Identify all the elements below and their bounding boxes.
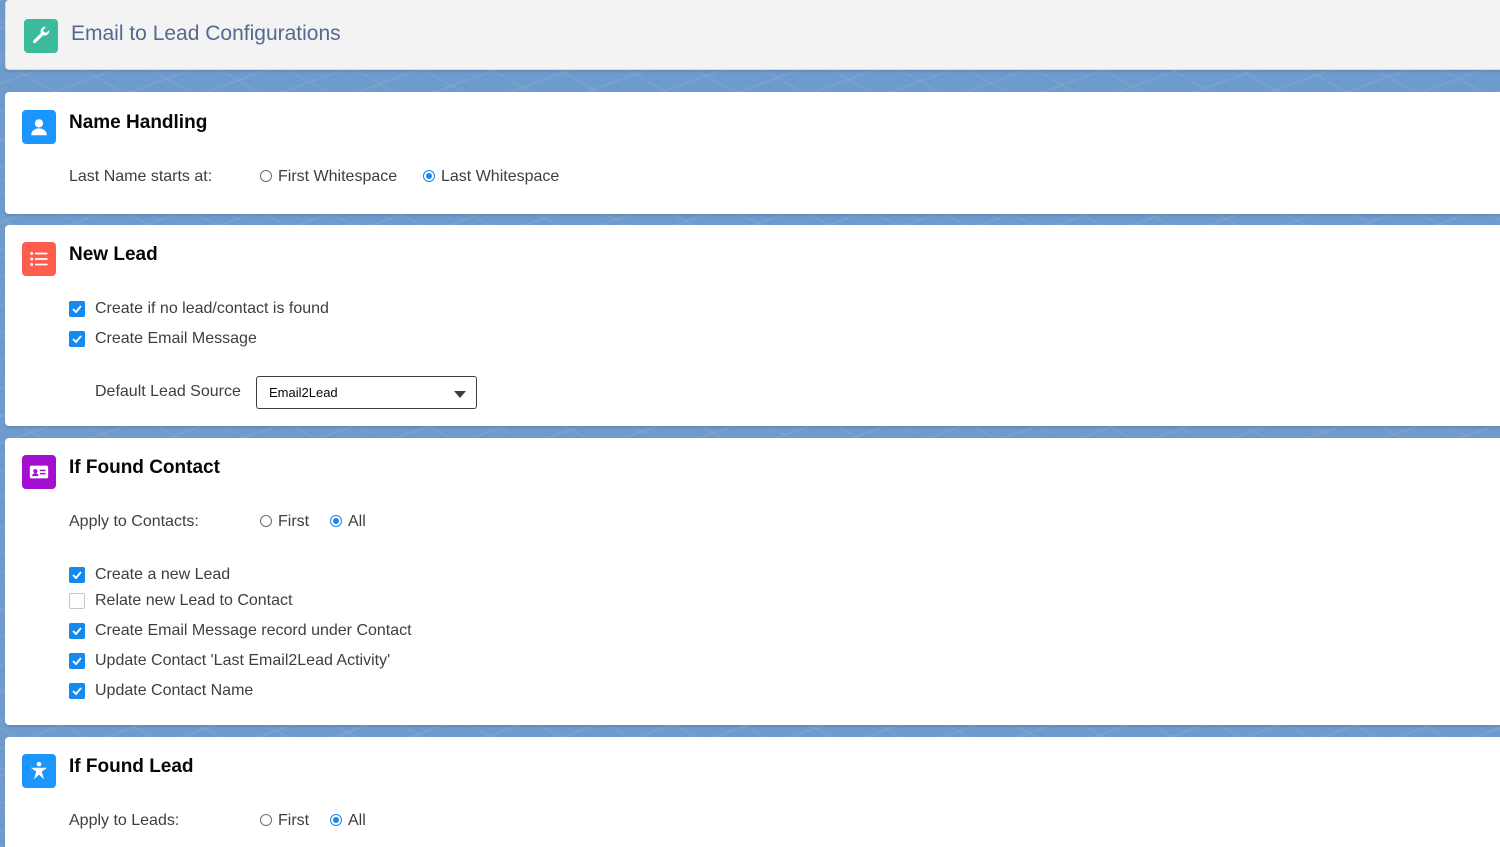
relate-lead-to-contact-label[interactable]: Relate new Lead to Contact	[95, 592, 292, 610]
create-email-message-label[interactable]: Create Email Message	[95, 330, 257, 348]
section-title: Name Handling	[69, 112, 208, 133]
update-last-activity-checkbox[interactable]	[69, 653, 85, 669]
apply-to-leads-label: Apply to Leads:	[69, 812, 180, 829]
list-icon	[22, 242, 56, 276]
found-lead-section: If Found Lead Apply to Leads: First All	[5, 737, 1500, 847]
apply-to-contacts-label: Apply to Contacts:	[69, 513, 199, 530]
radio-last-whitespace-label[interactable]: Last Whitespace	[441, 168, 559, 186]
radio-leads-first-label[interactable]: First	[278, 812, 309, 830]
create-new-lead-label[interactable]: Create a new Lead	[95, 566, 230, 584]
radio-leads-all-label[interactable]: All	[348, 812, 366, 830]
radio-contacts-all[interactable]	[330, 515, 342, 527]
radio-contacts-first[interactable]	[260, 515, 272, 527]
chevron-down-icon	[454, 391, 466, 398]
lead-star-icon	[22, 754, 56, 788]
update-contact-name-checkbox[interactable]	[69, 683, 85, 699]
radio-last-whitespace[interactable]	[423, 170, 435, 182]
radio-leads-all[interactable]	[330, 814, 342, 826]
create-email-record-checkbox[interactable]	[69, 623, 85, 639]
page-header: Email to Lead Configurations	[5, 0, 1500, 70]
contact-card-icon	[22, 455, 56, 489]
update-last-activity-label[interactable]: Update Contact 'Last Email2Lead Activity…	[95, 652, 390, 670]
create-if-no-lead-checkbox[interactable]	[69, 301, 85, 317]
create-if-no-lead-label[interactable]: Create if no lead/contact is found	[95, 300, 329, 318]
lead-source-select[interactable]: Email2Lead	[256, 376, 477, 409]
create-email-record-label[interactable]: Create Email Message record under Contac…	[95, 622, 412, 640]
radio-first-whitespace-label[interactable]: First Whitespace	[278, 168, 397, 186]
section-title: New Lead	[69, 244, 158, 265]
section-title: If Found Lead	[69, 756, 194, 777]
name-handling-section: Name Handling Last Name starts at: First…	[5, 92, 1500, 214]
page-title: Email to Lead Configurations	[71, 22, 341, 45]
radio-contacts-all-label[interactable]: All	[348, 513, 366, 531]
last-name-label: Last Name starts at:	[69, 168, 213, 185]
update-contact-name-label[interactable]: Update Contact Name	[95, 682, 253, 700]
create-new-lead-checkbox[interactable]	[69, 567, 85, 583]
relate-lead-to-contact-checkbox[interactable]	[69, 593, 85, 609]
radio-leads-first[interactable]	[260, 814, 272, 826]
user-icon	[22, 110, 56, 144]
lead-source-value: Email2Lead	[269, 385, 338, 400]
new-lead-section: New Lead Create if no lead/contact is fo…	[5, 225, 1500, 426]
wrench-icon	[24, 19, 58, 53]
radio-contacts-first-label[interactable]: First	[278, 513, 309, 531]
section-title: If Found Contact	[69, 457, 220, 478]
found-contact-section: If Found Contact Apply to Contacts: Firs…	[5, 438, 1500, 725]
radio-first-whitespace[interactable]	[260, 170, 272, 182]
create-email-message-checkbox[interactable]	[69, 331, 85, 347]
default-lead-source-label: Default Lead Source	[95, 383, 241, 400]
